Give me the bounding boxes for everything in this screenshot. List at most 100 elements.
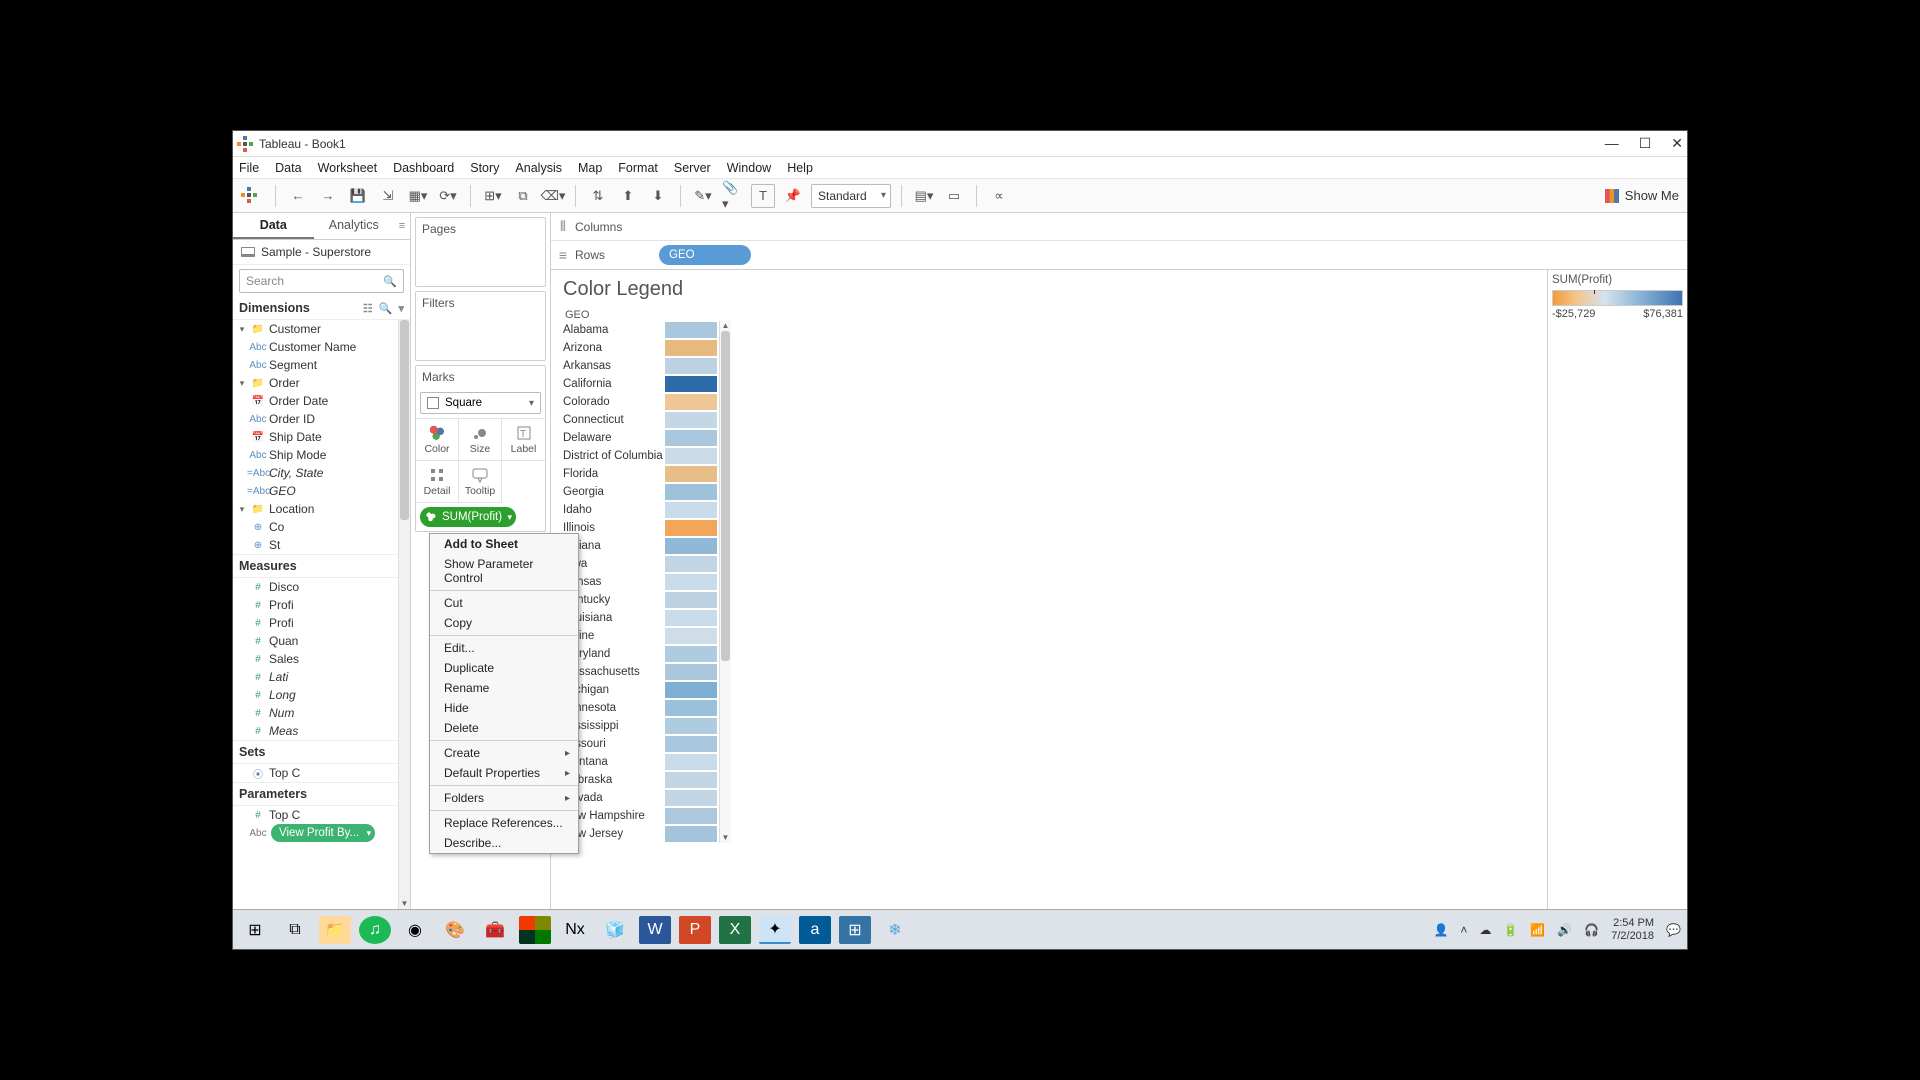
rows-shelf[interactable]: ≡ Rows GEO <box>551 241 1687 269</box>
menu-item-describe[interactable]: Describe... <box>430 833 578 853</box>
field-ship-date[interactable]: 📅Ship Date <box>233 428 410 446</box>
state-name[interactable]: Florida <box>563 465 663 483</box>
forward-icon[interactable]: → <box>316 184 340 208</box>
state-mark[interactable] <box>665 483 717 501</box>
tray-expand-icon[interactable]: ˄ <box>1460 923 1467 937</box>
state-mark[interactable] <box>665 735 717 753</box>
field-city-state[interactable]: =AbcCity, State <box>233 464 410 482</box>
state-mark[interactable] <box>665 519 717 537</box>
menu-item-add-to-sheet[interactable]: Add to Sheet <box>430 534 578 554</box>
folder-customer[interactable]: ▾📁Customer <box>233 320 410 338</box>
menu-item-show-parameter-control[interactable]: Show Parameter Control <box>430 554 578 588</box>
start-icon[interactable]: ⊞ <box>239 916 271 944</box>
state-name[interactable]: Georgia <box>563 483 663 501</box>
measure-6[interactable]: #Long <box>233 686 410 704</box>
state-name[interactable]: Arizona <box>563 339 663 357</box>
task-view-icon[interactable]: ⧉ <box>279 916 311 944</box>
side-scrollbar[interactable]: ▲ ▼ <box>398 320 410 909</box>
menu-map[interactable]: Map <box>578 161 602 175</box>
vpn-icon[interactable]: 🧊 <box>599 916 631 944</box>
viz-title[interactable]: Color Legend <box>563 278 1535 301</box>
marks-color[interactable]: Color <box>416 419 459 461</box>
state-mark[interactable] <box>665 609 717 627</box>
state-mark[interactable] <box>665 771 717 789</box>
nx-icon[interactable]: Nx <box>559 916 591 944</box>
state-mark[interactable] <box>665 411 717 429</box>
state-name[interactable]: Connecticut <box>563 411 663 429</box>
menu-format[interactable]: Format <box>618 161 658 175</box>
state-mark[interactable] <box>665 591 717 609</box>
pause-updates-icon[interactable]: ▦▾ <box>406 184 430 208</box>
param-top-c[interactable]: #Top C <box>233 806 410 824</box>
onedrive-icon[interactable]: ☁ <box>1479 923 1491 937</box>
state-mark[interactable] <box>665 681 717 699</box>
tableau-icon[interactable] <box>241 187 259 205</box>
marks-pill-sum-profit[interactable]: SUM(Profit) <box>420 507 516 527</box>
measure-4[interactable]: #Sales <box>233 650 410 668</box>
field-geo[interactable]: =AbcGEO <box>233 482 410 500</box>
menu-worksheet[interactable]: Worksheet <box>318 161 378 175</box>
scroll-down-icon[interactable]: ▼ <box>399 897 410 909</box>
state-mark[interactable] <box>665 339 717 357</box>
state-mark[interactable] <box>665 699 717 717</box>
duplicate-icon[interactable]: ⧉ <box>511 184 535 208</box>
state-mark[interactable] <box>665 465 717 483</box>
tableau-app-icon[interactable]: ✦ <box>759 916 791 944</box>
pin-icon[interactable]: 📌 <box>781 184 805 208</box>
param-view-profit[interactable]: AbcView Profit By... <box>233 824 410 842</box>
fit-select[interactable]: Standard <box>811 184 891 208</box>
refresh-icon[interactable]: ⟳▾ <box>436 184 460 208</box>
search-input[interactable]: Search <box>239 269 404 293</box>
folder-location[interactable]: ▾📁Location <box>233 500 410 518</box>
swap-icon[interactable]: ⇅ <box>586 184 610 208</box>
state-mark[interactable] <box>665 789 717 807</box>
marks-size[interactable]: Size <box>459 419 502 461</box>
measure-7[interactable]: #Num <box>233 704 410 722</box>
menu-item-copy[interactable]: Copy <box>430 613 578 633</box>
state-name[interactable]: Idaho <box>563 501 663 519</box>
state-mark[interactable] <box>665 627 717 645</box>
state-mark[interactable] <box>665 357 717 375</box>
measure-1[interactable]: #Profi <box>233 596 410 614</box>
state-name[interactable]: Delaware <box>563 429 663 447</box>
filters-shelf[interactable]: Filters <box>415 291 546 361</box>
word-icon[interactable]: W <box>639 916 671 944</box>
find-icon[interactable]: 🔍 <box>379 302 393 315</box>
state-mark[interactable] <box>665 645 717 663</box>
measure-8[interactable]: #Meas <box>233 722 410 740</box>
marks-tooltip[interactable]: Tooltip <box>459 461 502 503</box>
cards-icon[interactable]: ▤▾ <box>912 184 936 208</box>
group-icon[interactable]: 📎▾ <box>721 184 745 208</box>
battery-icon[interactable]: 🔋 <box>1503 923 1518 937</box>
menu-item-duplicate[interactable]: Duplicate <box>430 658 578 678</box>
state-mark[interactable] <box>665 717 717 735</box>
datasource-row[interactable]: Sample - Superstore <box>233 240 410 265</box>
state-mark[interactable] <box>665 555 717 573</box>
side-menu-icon[interactable]: ≡ <box>394 213 410 239</box>
field-segment[interactable]: AbcSegment <box>233 356 410 374</box>
set-top-customers[interactable]: ⦿Top C <box>233 764 410 782</box>
menu-data[interactable]: Data <box>275 161 301 175</box>
menu-item-edit[interactable]: Edit... <box>430 638 578 658</box>
sort-asc-icon[interactable]: ⬆ <box>616 184 640 208</box>
menu-server[interactable]: Server <box>674 161 711 175</box>
menu-story[interactable]: Story <box>470 161 499 175</box>
menu-window[interactable]: Window <box>727 161 771 175</box>
chrome-icon[interactable]: ◉ <box>399 916 431 944</box>
state-mark[interactable] <box>665 573 717 591</box>
measure-2[interactable]: #Profi <box>233 614 410 632</box>
save-icon[interactable]: 💾 <box>346 184 370 208</box>
clock[interactable]: 2:54 PM7/2/2018 <box>1611 917 1654 942</box>
excel-icon[interactable]: X <box>719 916 751 944</box>
state-mark[interactable] <box>665 393 717 411</box>
field-loc-st[interactable]: ⊕St <box>233 536 410 554</box>
ms-icon[interactable] <box>519 916 551 944</box>
measure-0[interactable]: #Disco <box>233 578 410 596</box>
marks-type-select[interactable]: Square <box>420 392 541 414</box>
marks-detail[interactable]: Detail <box>416 461 459 503</box>
state-name[interactable]: California <box>563 375 663 393</box>
minimize-icon[interactable]: — <box>1605 135 1619 152</box>
powerpoint-icon[interactable]: P <box>679 916 711 944</box>
menu-item-folders[interactable]: Folders <box>430 788 578 808</box>
text-icon[interactable]: T <box>751 184 775 208</box>
